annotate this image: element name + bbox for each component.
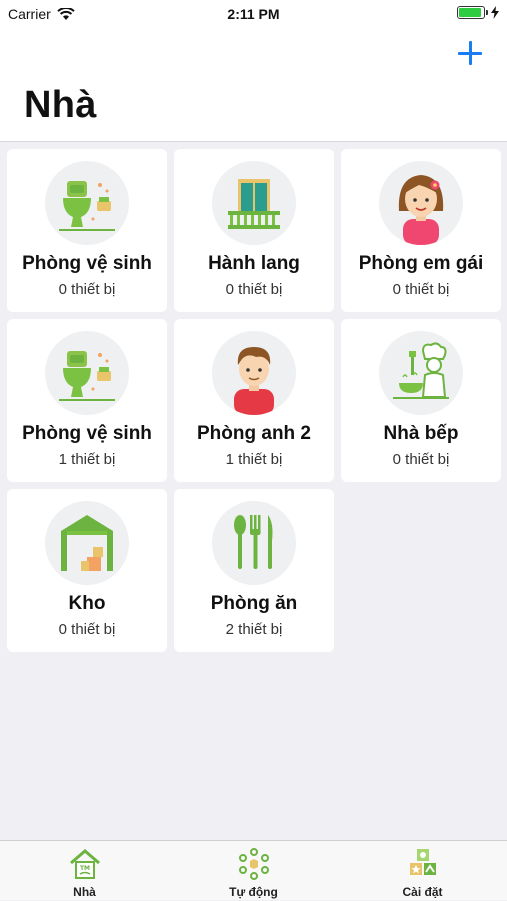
device-count: 0 thiết bị: [225, 281, 283, 298]
svg-text:TM: TM: [80, 865, 90, 872]
tab-label: Nhà: [73, 885, 96, 899]
page-title: Nhà: [24, 84, 97, 126]
room-card[interactable]: Phòng ăn 2 thiết bị: [174, 489, 334, 652]
tab-home[interactable]: TM Nhà: [0, 841, 169, 901]
balcony-icon: [212, 161, 296, 245]
status-time: 2:11 PM: [227, 6, 280, 22]
device-count: 0 thiết bị: [58, 621, 116, 638]
girl-avatar-icon: [379, 161, 463, 245]
room-card[interactable]: Hành lang 0 thiết bị: [174, 149, 334, 312]
tab-automation[interactable]: Tự động: [169, 841, 338, 901]
chef-icon: [379, 331, 463, 415]
device-count: 0 thiết bị: [58, 281, 116, 298]
toilet-icon: [45, 161, 129, 245]
room-card[interactable]: Phòng vệ sinh 1 thiết bị: [7, 319, 167, 482]
cutlery-icon: [212, 501, 296, 585]
add-room-button[interactable]: [455, 38, 485, 68]
room-name: Hành lang: [208, 253, 300, 274]
room-card[interactable]: Phòng anh 2 1 thiết bị: [174, 319, 334, 482]
toilet-icon: [45, 331, 129, 415]
device-count: 1 thiết bị: [58, 451, 116, 468]
tab-settings[interactable]: Cài đặt: [338, 841, 507, 901]
battery-fill: [459, 8, 481, 17]
room-card[interactable]: Phòng vệ sinh 0 thiết bị: [7, 149, 167, 312]
device-count: 0 thiết bị: [392, 451, 450, 468]
settings-icon: [410, 849, 436, 875]
room-name: Phòng anh 2: [197, 423, 311, 444]
room-card[interactable]: Kho 0 thiết bị: [7, 489, 167, 652]
boy-avatar-icon: [212, 331, 296, 415]
room-name: Phòng vệ sinh: [22, 253, 152, 274]
status-bar: Carrier 2:11 PM: [0, 0, 507, 28]
navigation-bar: Nhà: [0, 28, 507, 142]
home-icon: TM: [70, 849, 100, 879]
device-count: 1 thiết bị: [225, 451, 283, 468]
tab-bar: TM Nhà Tự động Cài đặt: [0, 840, 507, 900]
battery-indicator: [457, 6, 499, 19]
room-name: Phòng ăn: [210, 593, 298, 614]
tab-label: Tự động: [229, 885, 278, 899]
room-name: Phòng em gái: [358, 253, 484, 274]
room-card[interactable]: Phòng em gái 0 thiết bị: [341, 149, 501, 312]
room-card[interactable]: Nhà bếp 0 thiết bị: [341, 319, 501, 482]
device-count: 2 thiết bị: [225, 621, 283, 638]
room-name: Nhà bếp: [383, 423, 459, 444]
automation-icon: [239, 848, 269, 880]
room-name: Phòng vệ sinh: [22, 423, 152, 444]
tab-label: Cài đặt: [402, 885, 443, 899]
room-name: Kho: [68, 593, 106, 614]
battery-icon: [457, 6, 485, 19]
charging-bolt-icon: [491, 6, 499, 19]
device-count: 0 thiết bị: [392, 281, 450, 298]
warehouse-icon: [45, 501, 129, 585]
